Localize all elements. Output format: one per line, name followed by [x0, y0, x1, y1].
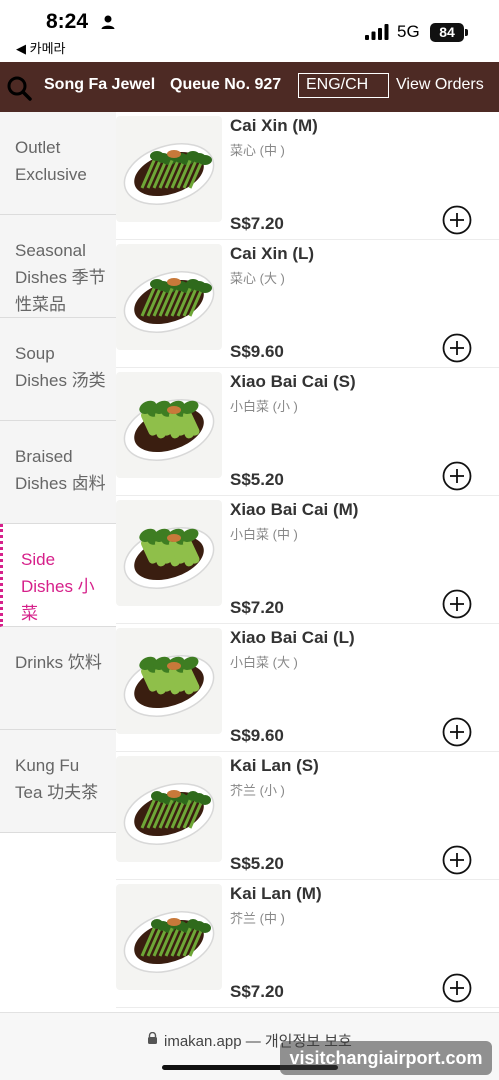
sidebar-item-braised-dishes[interactable]: Braised Dishes 卤料	[0, 421, 116, 524]
product-price: S$7.20	[230, 982, 284, 1001]
sidebar-item-label: Seasonal Dishes 季节性菜品	[15, 241, 106, 314]
battery-icon: 84	[430, 23, 464, 42]
menu-item[interactable]: Xiao Bai Cai (M) 小白菜 (中 ) S$7.20	[116, 496, 499, 624]
sidebar-item-seasonal-dishes[interactable]: Seasonal Dishes 季节性菜品	[0, 215, 116, 318]
sidebar-item-label: Outlet Exclusive	[15, 138, 87, 184]
sidebar-item-label: Kung Fu Tea 功夫茶	[15, 756, 99, 802]
product-price: S$9.60	[230, 342, 284, 361]
product-chinese-name: 小白菜 (大 )	[230, 655, 298, 670]
watermark: visitchangiairport.com	[280, 1041, 492, 1075]
category-sidebar: Outlet Exclusive Seasonal Dishes 季节性菜品 S…	[0, 112, 116, 1012]
signal-icon	[365, 24, 389, 40]
sidebar-item-label: Drinks 饮料	[15, 653, 102, 672]
language-toggle-button[interactable]: ENG/CH	[298, 73, 389, 98]
menu-item[interactable]: Kai Lan (S) 芥兰 (小 ) S$5.20	[116, 752, 499, 880]
product-name: Kai Lan (S)	[230, 756, 319, 775]
battery-tip	[465, 29, 468, 36]
product-name: Xiao Bai Cai (L)	[230, 628, 355, 647]
search-icon[interactable]	[6, 75, 32, 101]
menu-item[interactable]: Xiao Bai Cai (S) 小白菜 (小 ) S$5.20	[116, 368, 499, 496]
product-chinese-name: 菜心 (大 )	[230, 271, 285, 286]
add-to-cart-button[interactable]	[442, 973, 472, 1003]
product-image[interactable]	[116, 116, 222, 222]
add-to-cart-button[interactable]	[442, 333, 472, 363]
menu-item[interactable]: Xiao Bai Cai (L) 小白菜 (大 ) S$9.60	[116, 624, 499, 752]
network-label: 5G	[397, 22, 420, 41]
sidebar-item-kung-fu-tea[interactable]: Kung Fu Tea 功夫茶	[0, 730, 116, 833]
sidebar-item-label: Braised Dishes 卤料	[15, 447, 106, 493]
person-icon	[101, 15, 115, 29]
product-name: Cai Xin (M)	[230, 116, 318, 135]
sidebar-item-label: Soup Dishes 汤类	[15, 344, 106, 390]
shop-name: Song Fa Jewel	[44, 76, 156, 93]
product-name: Kai Lan (M)	[230, 884, 322, 903]
sidebar-item-drinks[interactable]: Drinks 饮料	[0, 627, 116, 730]
product-name: Xiao Bai Cai (S)	[230, 372, 356, 391]
view-orders-button[interactable]: View Orders	[396, 76, 484, 94]
status-time: 8:24	[46, 10, 89, 33]
product-chinese-name: 芥兰 (小 )	[230, 783, 285, 798]
product-price: S$7.20	[230, 214, 284, 233]
sidebar-item-side-dishes[interactable]: Side Dishes 小菜	[0, 524, 116, 627]
add-to-cart-button[interactable]	[442, 845, 472, 875]
menu-list: Cai Xin (M) 菜心 (中 ) S$7.20 Cai Xin (L) 菜…	[116, 112, 499, 1012]
product-image[interactable]	[116, 244, 222, 350]
product-chinese-name: 菜心 (中 )	[230, 143, 285, 158]
add-to-cart-button[interactable]	[442, 461, 472, 491]
add-to-cart-button[interactable]	[442, 205, 472, 235]
browser-address-bar[interactable]: imakan.app — 개인정보 보호 visitchangiairport.…	[0, 1012, 499, 1080]
app-header: Song Fa Jewel Queue No. 927 ENG/CH View …	[0, 62, 499, 112]
menu-item[interactable]: Kai Lan (M) 芥兰 (中 ) S$7.20	[116, 880, 499, 1008]
product-name: Cai Xin (L)	[230, 244, 315, 263]
sidebar-item-outlet-exclusive[interactable]: Outlet Exclusive	[0, 112, 116, 215]
add-to-cart-button[interactable]	[442, 717, 472, 747]
product-image[interactable]	[116, 372, 222, 478]
product-image[interactable]	[116, 756, 222, 862]
sidebar-item-label: Side Dishes 小菜	[21, 550, 95, 623]
menu-item[interactable]: Cai Xin (L) 菜心 (大 ) S$9.60	[116, 240, 499, 368]
product-price: S$7.20	[230, 598, 284, 617]
product-price: S$5.20	[230, 854, 284, 873]
menu-item[interactable]: Cai Xin (M) 菜心 (中 ) S$7.20	[116, 112, 499, 240]
product-name: Xiao Bai Cai (M)	[230, 500, 359, 519]
product-chinese-name: 芥兰 (中 )	[230, 911, 285, 926]
sidebar-item-soup-dishes[interactable]: Soup Dishes 汤类	[0, 318, 116, 421]
product-image[interactable]	[116, 884, 222, 990]
back-to-app-link[interactable]: ◀ 카메라	[16, 38, 66, 57]
product-chinese-name: 小白菜 (中 )	[230, 527, 298, 542]
add-to-cart-button[interactable]	[442, 589, 472, 619]
status-bar: 8:24 ◀ 카메라 5G 84	[0, 0, 499, 62]
product-price: S$5.20	[230, 470, 284, 489]
lock-icon	[148, 1032, 157, 1044]
product-price: S$9.60	[230, 726, 284, 745]
product-image[interactable]	[116, 500, 222, 606]
queue-number: Queue No. 927	[170, 76, 282, 93]
product-chinese-name: 小白菜 (小 )	[230, 399, 298, 414]
product-image[interactable]	[116, 628, 222, 734]
